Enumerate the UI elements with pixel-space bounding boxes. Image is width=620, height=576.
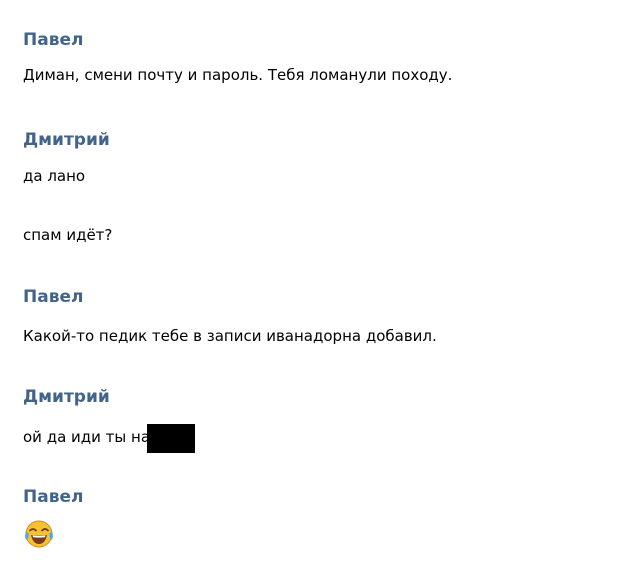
message-text: спам идёт? [23,226,113,244]
message-author[interactable]: Дмитрий [23,387,110,407]
message-text: да лано [23,167,86,185]
message-text: Какой-то педик тебе в записи иванадорна … [23,327,437,345]
message-author[interactable]: Павел [23,30,83,50]
message-line: ой да иди ты на [23,424,196,453]
message-author[interactable]: Павел [23,287,83,307]
message-author[interactable]: Дмитрий [23,130,110,150]
face-with-tears-of-joy-icon [25,520,53,548]
redaction-block [147,424,196,453]
message-text: ой да иди ты на [23,428,151,446]
chat-history: Павел Диман, смени почту и пароль. Тебя … [0,0,620,576]
message-text: Диман, смени почту и пароль. Тебя ломану… [23,66,453,84]
message-author[interactable]: Павел [23,487,83,507]
